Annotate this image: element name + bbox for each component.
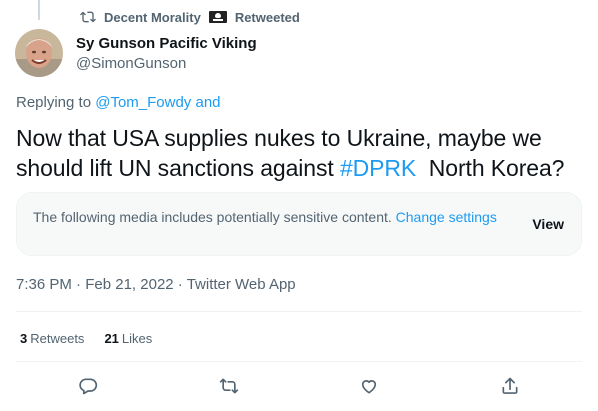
like-button[interactable] [357, 376, 381, 400]
retweet-icon [219, 376, 239, 401]
tweet-stats: 3 Retweets 21 Likes [20, 330, 152, 348]
meta-separator: · [76, 276, 82, 293]
retweet-small-icon [80, 9, 96, 25]
author-handle[interactable]: @SimonGunson [76, 54, 257, 74]
meta-separator: · [177, 276, 183, 293]
retweets-count: 3 [20, 331, 28, 346]
retweeter-name[interactable]: Decent Morality [104, 10, 201, 25]
tweet-meta: 7:36 PM · Feb 21, 2022 · Twitter Web App [16, 275, 296, 295]
divider [16, 311, 582, 312]
reply-mention-link[interactable]: @Tom_Fowdy [95, 94, 191, 111]
sensitive-notice-text: The following media includes potentially… [33, 207, 503, 228]
likes-count: 21 [104, 331, 119, 346]
replying-to-prefix: Replying to [16, 94, 92, 111]
reply-icon [78, 376, 98, 401]
tweet-date[interactable]: Feb 21, 2022 [85, 276, 173, 293]
divider [16, 361, 582, 362]
pirate-flag-icon [208, 11, 227, 23]
share-button[interactable] [498, 376, 522, 400]
reply-button[interactable] [76, 376, 100, 400]
sensitive-notice-message: The following media includes potentially… [33, 209, 392, 225]
retweets-label: Retweets [30, 331, 85, 346]
author-name[interactable]: Sy Gunson Pacific Viking [76, 34, 257, 54]
thread-line [38, 0, 40, 20]
share-icon [500, 376, 520, 401]
avatar[interactable] [15, 29, 63, 77]
sensitive-media-notice: The following media includes potentially… [16, 192, 582, 256]
retweet-button[interactable] [217, 376, 241, 400]
likes-stat[interactable]: 21 Likes [104, 330, 152, 348]
tweet-text: Now that USA supplies nukes to Ukraine, … [16, 123, 586, 183]
replying-to: Replying to @Tom_Fowdy and [16, 94, 221, 111]
change-settings-link[interactable]: Change settings [396, 209, 497, 225]
action-bar [0, 374, 598, 402]
hashtag-link[interactable]: #DPRK [340, 155, 416, 181]
tweet-source[interactable]: Twitter Web App [187, 276, 296, 293]
retweets-stat[interactable]: 3 Retweets [20, 330, 84, 348]
tweet-time[interactable]: 7:36 PM [16, 276, 72, 293]
reply-others-link[interactable]: and [195, 94, 220, 111]
retweet-context: Decent Morality Retweeted [80, 8, 300, 26]
view-media-button[interactable]: View [532, 216, 564, 232]
author-block[interactable]: Sy Gunson Pacific Viking @SimonGunson [76, 34, 257, 74]
tweet-text-tail: North Korea? [416, 155, 565, 181]
retweeted-label: Retweeted [234, 9, 300, 25]
like-icon [359, 376, 379, 401]
likes-label: Likes [121, 331, 153, 346]
